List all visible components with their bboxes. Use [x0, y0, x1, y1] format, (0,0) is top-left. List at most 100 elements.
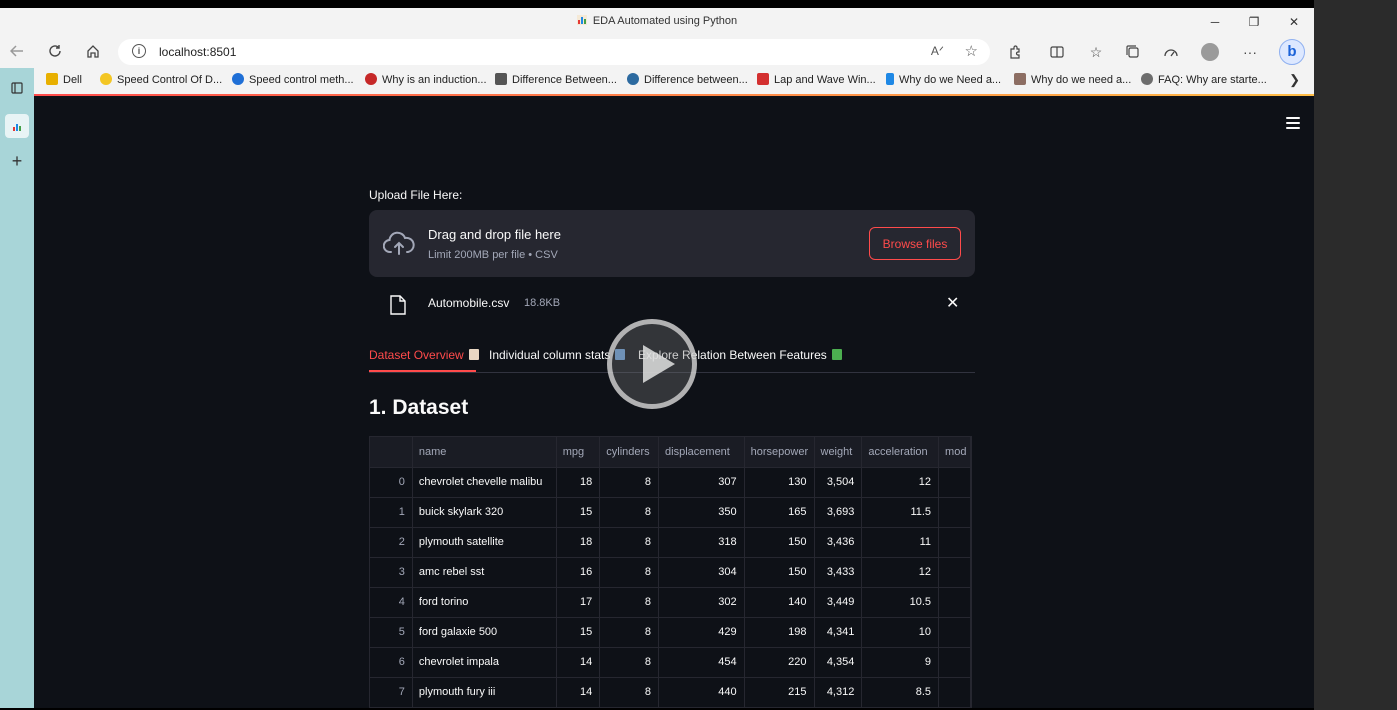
collections-icon[interactable]: [1122, 41, 1144, 63]
bookmark-item[interactable]: Dell: [46, 72, 82, 88]
table-cell[interactable]: [939, 707, 971, 708]
table-cell[interactable]: 8: [599, 617, 660, 648]
table-cell[interactable]: [938, 677, 971, 707]
menu-icon[interactable]: [1286, 117, 1300, 129]
row-index[interactable]: 0: [370, 467, 413, 498]
bookmark-item[interactable]: Speed Control Of D...: [100, 72, 222, 88]
table-cell[interactable]: chevrolet chevelle malibu: [412, 467, 557, 498]
table-cell[interactable]: 10: [861, 617, 940, 648]
restore-button[interactable]: ❐: [1242, 12, 1266, 32]
table-cell[interactable]: [938, 557, 971, 588]
table-cell[interactable]: 350: [658, 497, 745, 528]
home-icon[interactable]: [81, 40, 105, 64]
table-cell[interactable]: [938, 617, 971, 648]
table-cell[interactable]: amc rebel sst: [412, 557, 557, 588]
remove-file-icon[interactable]: ✕: [946, 293, 959, 313]
table-cell[interactable]: 150: [744, 557, 815, 588]
table-cell[interactable]: 11: [861, 527, 940, 558]
table-cell[interactable]: 11.5: [861, 497, 940, 528]
table-cell[interactable]: 198: [744, 617, 815, 648]
table-cell[interactable]: 307: [658, 467, 745, 498]
table-cell[interactable]: 165: [744, 497, 815, 528]
table-cell[interactable]: 454: [658, 647, 745, 678]
table-cell[interactable]: [556, 707, 600, 708]
table-cell[interactable]: 3,436: [814, 527, 863, 558]
table-cell[interactable]: plymouth satellite: [412, 527, 557, 558]
table-cell[interactable]: [938, 497, 971, 528]
table-cell[interactable]: 10.5: [861, 587, 940, 618]
table-cell[interactable]: 14: [556, 677, 601, 707]
table-cell[interactable]: chevrolet impala: [412, 647, 557, 678]
table-cell[interactable]: 18: [556, 467, 601, 498]
read-aloud-icon[interactable]: Aᐟ: [931, 44, 944, 58]
video-play-button[interactable]: [607, 319, 697, 409]
table-cell[interactable]: 8: [599, 467, 660, 498]
table-cell[interactable]: [600, 707, 659, 708]
table-cell[interactable]: 304: [658, 557, 745, 588]
table-cell[interactable]: 8: [599, 677, 660, 707]
table-cell[interactable]: 302: [658, 587, 745, 618]
row-index[interactable]: 3: [370, 557, 413, 588]
refresh-icon[interactable]: [43, 40, 67, 64]
table-cell[interactable]: 318: [658, 527, 745, 558]
bookmark-item[interactable]: Speed control meth...: [232, 72, 354, 88]
column-header[interactable]: cylinders: [599, 437, 660, 468]
column-header[interactable]: name: [412, 437, 557, 468]
index-header[interactable]: [370, 437, 413, 468]
address-bar[interactable]: i localhost:8501 Aᐟ ☆: [118, 39, 990, 65]
table-cell[interactable]: [938, 527, 971, 558]
back-icon[interactable]: [5, 40, 29, 64]
column-header[interactable]: acceleration: [861, 437, 940, 468]
table-cell[interactable]: 14: [556, 647, 601, 678]
bing-icon[interactable]: b: [1279, 39, 1305, 65]
table-cell[interactable]: 8: [599, 557, 660, 588]
table-cell[interactable]: 3,504: [814, 467, 863, 498]
table-cell[interactable]: [938, 647, 971, 678]
table-cell[interactable]: [862, 707, 939, 708]
table-cell[interactable]: ford torino: [412, 587, 557, 618]
table-cell[interactable]: ford galaxie 500: [412, 617, 557, 648]
table-cell[interactable]: 8: [599, 587, 660, 618]
table-cell[interactable]: 4,312: [814, 677, 863, 707]
table-cell[interactable]: 150: [744, 527, 815, 558]
chevron-right-icon[interactable]: ❯: [1289, 72, 1300, 88]
new-tab-icon[interactable]: +: [5, 149, 29, 173]
column-header[interactable]: weight: [814, 437, 863, 468]
bookmark-item[interactable]: Difference between...: [627, 72, 748, 88]
performance-icon[interactable]: [1160, 41, 1182, 63]
table-cell[interactable]: 3,693: [814, 497, 863, 528]
profile-icon[interactable]: [1201, 43, 1219, 61]
extensions-icon[interactable]: [1004, 41, 1026, 63]
bookmark-item[interactable]: Why do we Need a...: [886, 72, 1001, 88]
table-cell[interactable]: 215: [744, 677, 815, 707]
table-cell[interactable]: 15: [556, 497, 601, 528]
file-dropzone[interactable]: Drag and drop file here Limit 200MB per …: [369, 210, 975, 277]
table-cell[interactable]: 8: [599, 647, 660, 678]
table-cell[interactable]: [659, 707, 745, 708]
table-cell[interactable]: 18: [556, 527, 601, 558]
table-cell[interactable]: 8: [599, 497, 660, 528]
bookmark-item[interactable]: Lap and Wave Win...: [757, 72, 876, 88]
table-cell[interactable]: 8.5: [861, 677, 940, 707]
dataframe[interactable]: name mpg cylinders displacement horsepower we…: [369, 436, 972, 708]
table-cell[interactable]: 3,449: [814, 587, 863, 618]
row-index[interactable]: 4: [370, 587, 413, 618]
column-header[interactable]: mpg: [556, 437, 601, 468]
table-cell[interactable]: 16: [556, 557, 601, 588]
bookmark-item[interactable]: FAQ: Why are starte...: [1141, 72, 1267, 88]
tab-individual-column-stats[interactable]: Individual column stats: [489, 348, 626, 362]
table-cell[interactable]: 4,354: [814, 647, 863, 678]
table-cell[interactable]: 9: [861, 647, 940, 678]
bookmark-item[interactable]: Why is an induction...: [365, 72, 487, 88]
table-cell[interactable]: 130: [744, 467, 815, 498]
bookmark-item[interactable]: Why do we need a...: [1014, 72, 1131, 88]
table-cell[interactable]: buick skylark 320: [412, 497, 557, 528]
close-window-button[interactable]: ✕: [1282, 12, 1306, 32]
tab-actions-icon[interactable]: [5, 76, 29, 100]
bookmark-item[interactable]: Difference Between...: [495, 72, 617, 88]
table-cell[interactable]: 429: [658, 617, 745, 648]
column-header[interactable]: displacement: [658, 437, 745, 468]
table-cell[interactable]: 8: [599, 527, 660, 558]
table-cell[interactable]: [412, 707, 556, 708]
row-index[interactable]: 7: [370, 677, 413, 707]
